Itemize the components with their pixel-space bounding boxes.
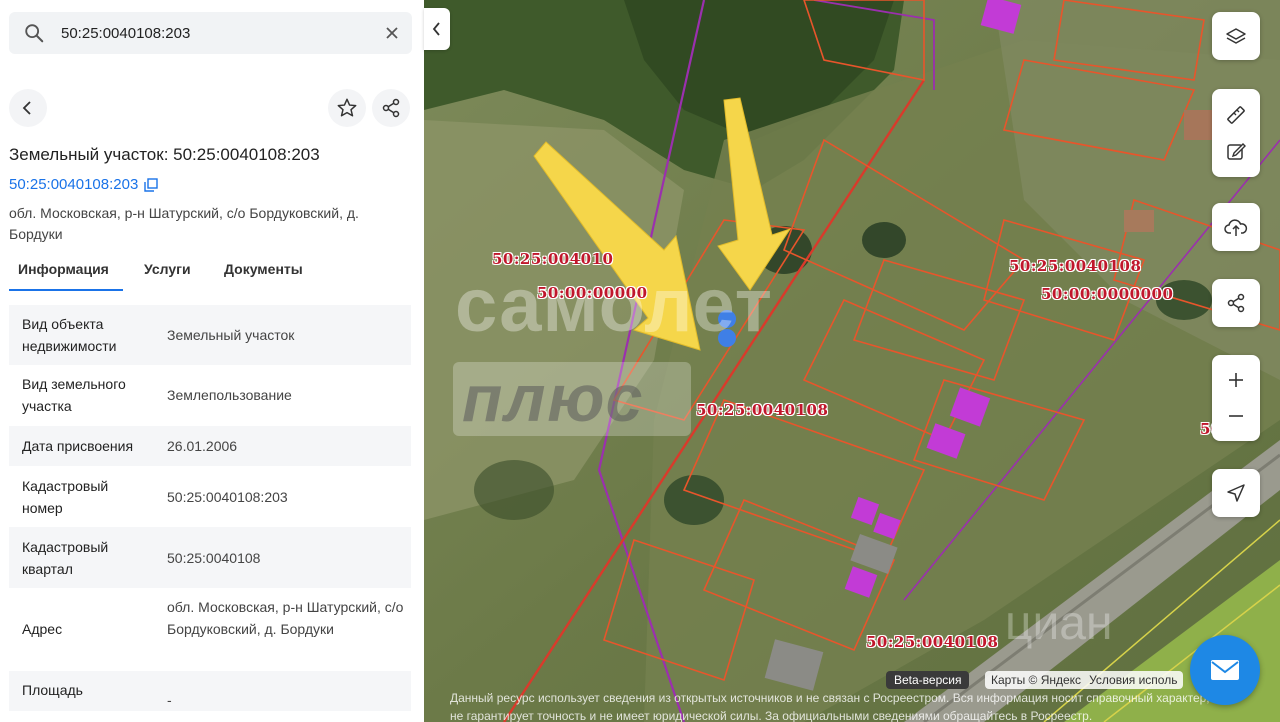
table-row: Адрес обл. Московская, р-н Шатурский, с/о… bbox=[9, 588, 411, 671]
chevron-left-icon bbox=[432, 22, 440, 36]
row-label: Площадь bbox=[22, 682, 83, 698]
close-icon[interactable] bbox=[382, 23, 402, 43]
terms-link[interactable]: Условия исполь bbox=[1089, 673, 1177, 687]
disclaimer-text: Данный ресурс использует сведения из отк… bbox=[450, 691, 1210, 722]
info-table: Вид объекта недвижимости Земельный участо… bbox=[9, 305, 411, 711]
message-button[interactable] bbox=[1190, 635, 1260, 705]
star-icon bbox=[337, 98, 357, 117]
watermark-cian: циан bbox=[1005, 597, 1113, 650]
table-row: Вид земельного участка Землепользование bbox=[9, 365, 411, 426]
row-label: Вид объекта недвижимости bbox=[22, 316, 117, 354]
search-icon bbox=[25, 24, 44, 43]
object-address: обл. Московская, р-н Шатурский, с/о Борд… bbox=[9, 205, 359, 242]
plot-label: 50:25:0040108 bbox=[866, 633, 999, 651]
mail-icon bbox=[1211, 660, 1239, 680]
page-title: Земельный участок: 50:25:0040108:203 bbox=[9, 145, 320, 164]
navigation-arrow-icon bbox=[1227, 484, 1245, 502]
row-label: Кадастровый номер bbox=[22, 478, 109, 516]
collapse-panel-button[interactable] bbox=[424, 8, 450, 50]
share-button[interactable] bbox=[372, 89, 410, 127]
search-input[interactable] bbox=[61, 21, 361, 45]
locate-button[interactable] bbox=[1212, 469, 1260, 517]
map-attribution: Карты © Яндекс Условия исполь bbox=[985, 671, 1184, 689]
table-row: Дата присвоения 26.01.2006 bbox=[9, 426, 411, 466]
row-label: Адрес bbox=[22, 621, 63, 637]
upload-button[interactable] bbox=[1212, 203, 1260, 251]
table-row: Кадастровый номер 50:25:0040108:203 bbox=[9, 466, 411, 527]
back-button[interactable] bbox=[9, 89, 47, 127]
cadastral-number-link[interactable]: 50:25:0040108:203 bbox=[9, 176, 158, 193]
tab-information[interactable]: Информация bbox=[18, 261, 109, 277]
row-value: обл. Московская, р-н Шатурский, с/о Борд… bbox=[167, 599, 404, 637]
tab-documents[interactable]: Документы bbox=[224, 261, 303, 277]
tab-bar: Информация Услуги Документы bbox=[9, 255, 412, 291]
plot-label: 50:25:0040108 bbox=[696, 401, 829, 419]
row-value: Землепользование bbox=[167, 387, 292, 403]
layers-icon bbox=[1226, 28, 1246, 44]
chevron-left-icon bbox=[22, 101, 31, 115]
yandex-attribution[interactable]: Карты © Яндекс bbox=[991, 673, 1081, 687]
edit-icon[interactable] bbox=[1225, 140, 1247, 162]
beta-badge: Beta-версия bbox=[886, 671, 970, 689]
row-label: Кадастровый квартал bbox=[22, 539, 109, 577]
cadastral-number-text: 50:25:0040108:203 bbox=[9, 176, 139, 193]
share-icon bbox=[382, 98, 400, 118]
favorite-button[interactable] bbox=[328, 89, 366, 127]
watermark-samolet: самолет bbox=[455, 263, 773, 348]
table-row: Кадастровый квартал 50:25:0040108 bbox=[9, 527, 411, 588]
row-value: - bbox=[167, 692, 172, 708]
zoom-out-icon[interactable] bbox=[1227, 407, 1245, 425]
row-label: Дата присвоения bbox=[22, 438, 134, 454]
ruler-icon[interactable] bbox=[1225, 104, 1247, 126]
table-row: Вид объекта недвижимости Земельный участо… bbox=[9, 305, 411, 365]
info-panel: Земельный участок: 50:25:0040108:203 50:… bbox=[0, 0, 424, 722]
zoom-controls bbox=[1212, 355, 1260, 441]
plot-label: 50:00:0000000 bbox=[1041, 285, 1174, 303]
row-value: 50:25:0040108 bbox=[167, 550, 261, 566]
copy-icon[interactable] bbox=[144, 177, 158, 192]
table-row: Площадь - bbox=[9, 671, 411, 711]
row-value: 26.01.2006 bbox=[167, 438, 238, 454]
layers-button[interactable] bbox=[1212, 12, 1260, 60]
tools-group bbox=[1212, 89, 1260, 177]
cloud-upload-icon bbox=[1224, 219, 1248, 236]
plot-label: 50:25:0040108 bbox=[1009, 257, 1142, 275]
map-view[interactable]: самолет плюс циан 50:25:004010 50:00:000… bbox=[424, 0, 1280, 722]
active-tab-indicator bbox=[9, 289, 123, 291]
share-icon bbox=[1227, 293, 1245, 313]
plot-label: 50:00:00000 bbox=[537, 284, 648, 302]
watermark-plus: плюс bbox=[462, 361, 645, 435]
row-label: Вид земельного участка bbox=[22, 376, 126, 414]
row-value: 50:25:0040108:203 bbox=[167, 489, 288, 505]
zoom-in-icon[interactable] bbox=[1227, 371, 1245, 389]
tab-services[interactable]: Услуги bbox=[144, 261, 191, 277]
map-share-button[interactable] bbox=[1212, 279, 1260, 327]
search-bar bbox=[9, 12, 412, 54]
row-value: Земельный участок bbox=[167, 327, 295, 343]
plot-label: 50:25:004010 bbox=[492, 250, 614, 268]
